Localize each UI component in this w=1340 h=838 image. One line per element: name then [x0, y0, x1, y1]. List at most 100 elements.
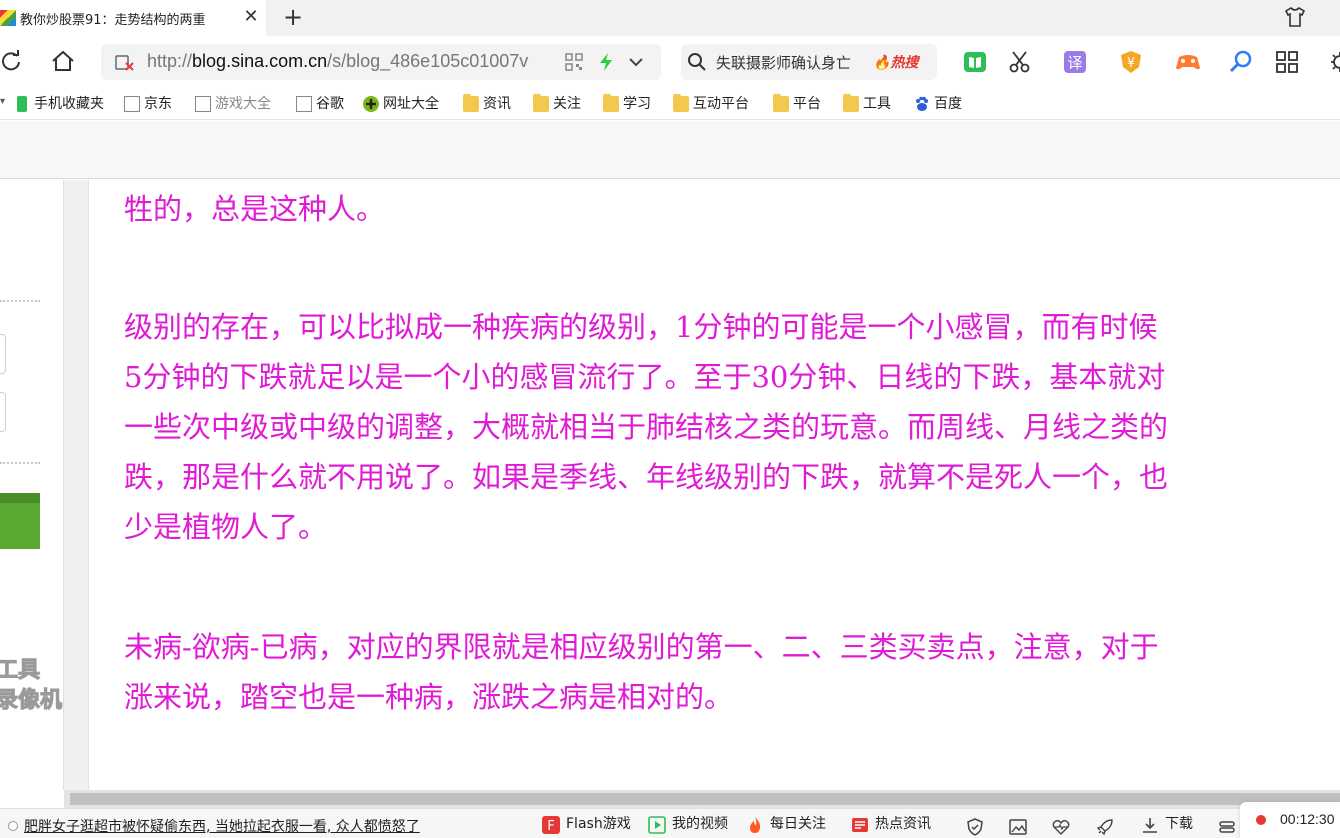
phone-icon [17, 96, 27, 112]
article-line: 级别的存在，可以比拟成一种疾病的级别，1分钟的可能是一个小感冒，而有时候 [124, 310, 1158, 344]
flash-icon: F [542, 816, 560, 834]
browser-tab[interactable]: 教你炒股票91：走势结构的两重 ✕ [0, 0, 266, 36]
tab-title: 教你炒股票91：走势结构的两重 [20, 13, 206, 28]
search-icon[interactable] [687, 52, 707, 72]
new-tab-button[interactable]: + [281, 4, 305, 30]
insecure-page-icon[interactable] [115, 54, 135, 72]
svg-text:¥: ¥ [1127, 56, 1135, 71]
svg-text:译: 译 [1067, 54, 1082, 72]
shield-icon[interactable] [966, 818, 984, 836]
bookmark-label: 京东 [144, 96, 172, 112]
article-line: 一些次中级或中级的调整，大概就相当于肺结核之类的玩意。而周线、月线之类的 [124, 410, 1169, 444]
coupon-icon[interactable]: ¥ [1119, 50, 1143, 74]
link-icon[interactable] [1218, 818, 1236, 836]
bookmark-label: 平台 [793, 96, 821, 112]
bookmark-label: 关注 [553, 96, 581, 112]
chevron-down-icon[interactable] [627, 54, 645, 70]
article-line: 跌，那是什么就不用说了。如果是季线、年线级别的下跌，就算不是死人一个，也 [124, 460, 1169, 494]
chevron-down-icon[interactable]: ▾ [0, 96, 5, 107]
article-paragraph: 未病-欲病-已病，对应的界限就是相应级别的第一、二、三类买卖点，注意，对于 涨来… [124, 622, 1340, 722]
scissors-icon[interactable] [1009, 50, 1031, 74]
flame-icon [750, 817, 761, 833]
recorder-watermark-logo: 工具 录像机 [0, 658, 63, 714]
image-icon[interactable] [1009, 818, 1027, 836]
reading-icon[interactable] [963, 50, 987, 74]
close-tab-button[interactable]: ✕ [240, 6, 262, 28]
hot-search-label: 热搜 [890, 55, 919, 71]
folder-icon [603, 94, 619, 112]
status-bar: 肥胖女子逛超市被怀疑偷东西, 当她拉起衣服一看, 众人都愤怒了 F Flash游… [0, 808, 1340, 838]
page-icon [296, 96, 312, 112]
bookmark-label: 网址大全 [383, 96, 439, 112]
bookmark-label: 百度 [934, 96, 962, 112]
baidu-paw-icon [916, 96, 928, 111]
heartbeat-icon[interactable] [1052, 818, 1070, 836]
url-scheme: http:// [147, 51, 193, 71]
article-paragraph: 级别的存在，可以比拟成一种疾病的级别，1分钟的可能是一个小感冒，而有时候 5分钟… [124, 302, 1340, 552]
favicon-icon [0, 10, 16, 26]
translate-icon[interactable]: 译 [1063, 50, 1087, 74]
rocket-icon[interactable] [1096, 818, 1114, 836]
game-icon[interactable] [1175, 50, 1201, 74]
divider [0, 462, 40, 464]
bookmark-label: 互动平台 [693, 96, 749, 112]
sidebar-button[interactable] [0, 392, 6, 432]
article-line: 牲的，总是这种人。 [124, 192, 386, 226]
flash-games-label: Flash游戏 [566, 816, 631, 832]
article-line: 涨来说，踏空也是一种病，涨跌之病是相对的。 [124, 680, 734, 714]
hot-search-badge[interactable]: 🔥热搜 [873, 52, 918, 72]
url-path: /s/blog_486e105c01007v [327, 51, 529, 71]
address-bar[interactable]: http://blog.sina.com.cn/s/blog_486e105c0… [101, 44, 661, 80]
refresh-icon[interactable] [0, 48, 24, 74]
timer-text: 00:12:30 [1280, 811, 1335, 827]
folder-icon [463, 94, 479, 112]
page-toolbar-strip [0, 121, 1340, 179]
search-suggestion[interactable]: 失联摄影师确认身亡 [716, 52, 851, 73]
bookmark-label: 学习 [623, 96, 651, 112]
url-text[interactable]: http://blog.sina.com.cn/s/blog_486e105c0… [147, 51, 551, 72]
my-videos-label: 我的视频 [672, 816, 728, 832]
recording-timer[interactable]: 00:12:30 [1240, 802, 1340, 838]
download-icon [1143, 818, 1157, 833]
bookmark-label: 谷歌 [316, 96, 344, 112]
record-indicator-icon [1256, 815, 1266, 825]
bookmark-label: 工具 [863, 96, 891, 112]
navigation-bar: http://blog.sina.com.cn/s/blog_486e105c0… [0, 36, 1340, 104]
video-icon [648, 816, 666, 834]
news-icon [852, 818, 868, 832]
sidebar-button[interactable] [0, 334, 6, 374]
tab-strip: 教你炒股票91：走势结构的两重 ✕ + [0, 0, 1340, 36]
svg-text:F: F [547, 819, 554, 834]
plus-circle-icon [363, 96, 379, 112]
article-paragraph: 牲的，总是这种人。 [124, 184, 1340, 234]
divider [0, 300, 40, 302]
folder-icon [773, 94, 789, 112]
article-line: 5分钟的下跌就足以是一个小的感冒流行了。至于30分钟、日线的下跌，基本就对 [124, 360, 1166, 394]
news-ticker-link[interactable]: 肥胖女子逛超市被怀疑偷东西, 当她拉起衣服一看, 众人都愤怒了 [24, 816, 420, 836]
settings-icon[interactable] [1328, 50, 1340, 74]
shirt-icon[interactable] [1283, 5, 1307, 29]
bookmark-label: 资讯 [483, 96, 511, 112]
home-icon[interactable] [50, 48, 76, 74]
download-label: 下载 [1165, 816, 1193, 832]
lightning-icon[interactable] [597, 52, 615, 72]
horizontal-scrollbar[interactable] [64, 790, 1340, 808]
search-box[interactable]: 失联摄影师确认身亡 🔥热搜 [681, 44, 937, 80]
hot-news-label: 热点资讯 [875, 816, 931, 832]
article-line: 未病-欲病-已病，对应的界限就是相应级别的第一、二、三类买卖点，注意，对于 [124, 630, 1159, 664]
news-bullet-icon [8, 821, 18, 831]
qr-code-icon[interactable] [565, 53, 583, 71]
magnifier-icon[interactable] [1229, 50, 1253, 74]
apps-grid-icon[interactable] [1275, 50, 1299, 74]
url-domain: blog.sina.com.cn [192, 51, 328, 71]
page-icon [124, 96, 140, 112]
page-icon [195, 96, 211, 112]
scrollbar-thumb[interactable] [70, 793, 1340, 805]
bookmark-label: 手机收藏夹 [34, 96, 104, 112]
folder-icon [533, 94, 549, 112]
bookmark-label: 游戏大全 [215, 96, 271, 112]
folder-icon [843, 94, 859, 112]
bookmarks-bar: ▾ 手机收藏夹 京东 游戏大全 谷歌 网址大全 资讯 关注 学习 互动平台 平台 [0, 88, 1340, 120]
article-line: 少是植物人了。 [124, 510, 328, 544]
sidebar-green-widget[interactable] [0, 493, 40, 549]
